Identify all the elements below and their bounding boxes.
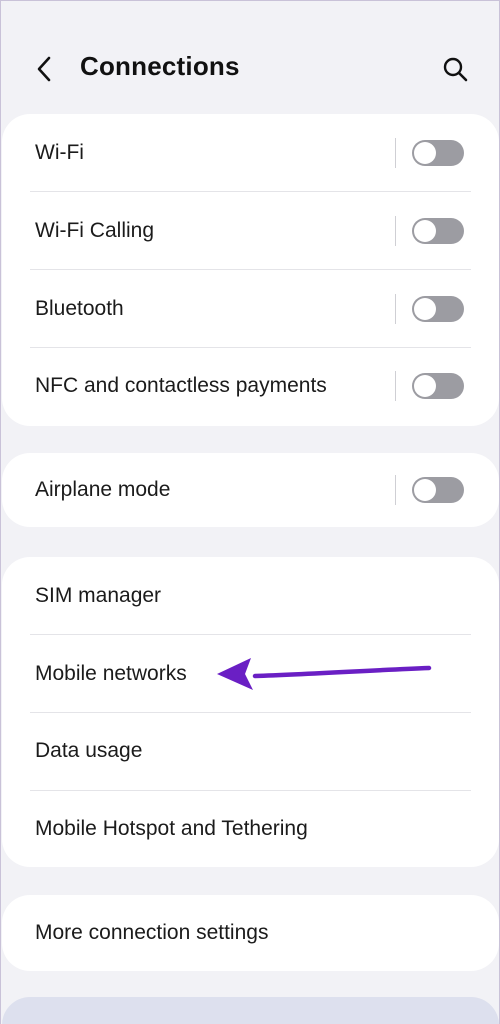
settings-item-label: Bluetooth xyxy=(35,297,124,320)
settings-item-wifi-calling[interactable]: Wi-Fi Calling xyxy=(2,192,499,270)
settings-item-label: NFC and contactless payments xyxy=(35,374,327,397)
settings-item-label: More connection settings xyxy=(35,921,269,944)
settings-item-label: Mobile networks xyxy=(35,662,187,685)
settings-item-mobile-hotspot[interactable]: Mobile Hotspot and Tethering xyxy=(2,790,499,868)
settings-item-label: Data usage xyxy=(35,739,143,762)
settings-item-airplane-mode[interactable]: Airplane mode xyxy=(2,451,499,529)
search-icon[interactable] xyxy=(439,53,471,85)
settings-item-label: Airplane mode xyxy=(35,478,171,501)
toggle-knob xyxy=(414,220,436,242)
divider xyxy=(395,138,396,168)
settings-item-more-connection-settings[interactable]: More connection settings xyxy=(2,894,499,972)
toggle-knob xyxy=(414,479,436,501)
page-title: Connections xyxy=(80,51,240,81)
settings-group-more: More connection settings xyxy=(2,895,499,971)
divider xyxy=(395,216,396,246)
settings-item-nfc[interactable]: NFC and contactless payments xyxy=(2,347,499,425)
settings-group-mobile: SIM manager Mobile networks Data usage M… xyxy=(2,557,499,867)
toggle-knob xyxy=(414,298,436,320)
nfc-toggle[interactable] xyxy=(412,373,464,399)
divider xyxy=(395,294,396,324)
settings-group-wireless: Wi-Fi Wi-Fi Calling Bluetooth NFC and co… xyxy=(2,114,499,426)
wifi-toggle[interactable] xyxy=(412,140,464,166)
settings-item-bluetooth[interactable]: Bluetooth xyxy=(2,270,499,348)
settings-item-wifi[interactable]: Wi-Fi xyxy=(2,114,499,192)
airplane-mode-toggle[interactable] xyxy=(412,477,464,503)
settings-item-sim-manager[interactable]: SIM manager xyxy=(2,557,499,635)
next-card-peek xyxy=(2,997,499,1024)
app-bar: Connections xyxy=(1,1,499,119)
toggle-knob xyxy=(414,142,436,164)
settings-item-label: Wi-Fi Calling xyxy=(35,219,155,242)
settings-group-airplane: Airplane mode xyxy=(2,453,499,527)
divider xyxy=(395,475,396,505)
chevron-left-icon[interactable] xyxy=(31,53,59,85)
wifi-calling-toggle[interactable] xyxy=(412,218,464,244)
toggle-knob xyxy=(414,375,436,397)
settings-item-label: Mobile Hotspot and Tethering xyxy=(35,817,308,840)
bluetooth-toggle[interactable] xyxy=(412,296,464,322)
divider xyxy=(395,371,396,401)
settings-item-label: SIM manager xyxy=(35,584,162,607)
arrow-icon xyxy=(217,658,432,690)
settings-item-label: Wi-Fi xyxy=(35,141,84,164)
settings-item-data-usage[interactable]: Data usage xyxy=(2,712,499,790)
